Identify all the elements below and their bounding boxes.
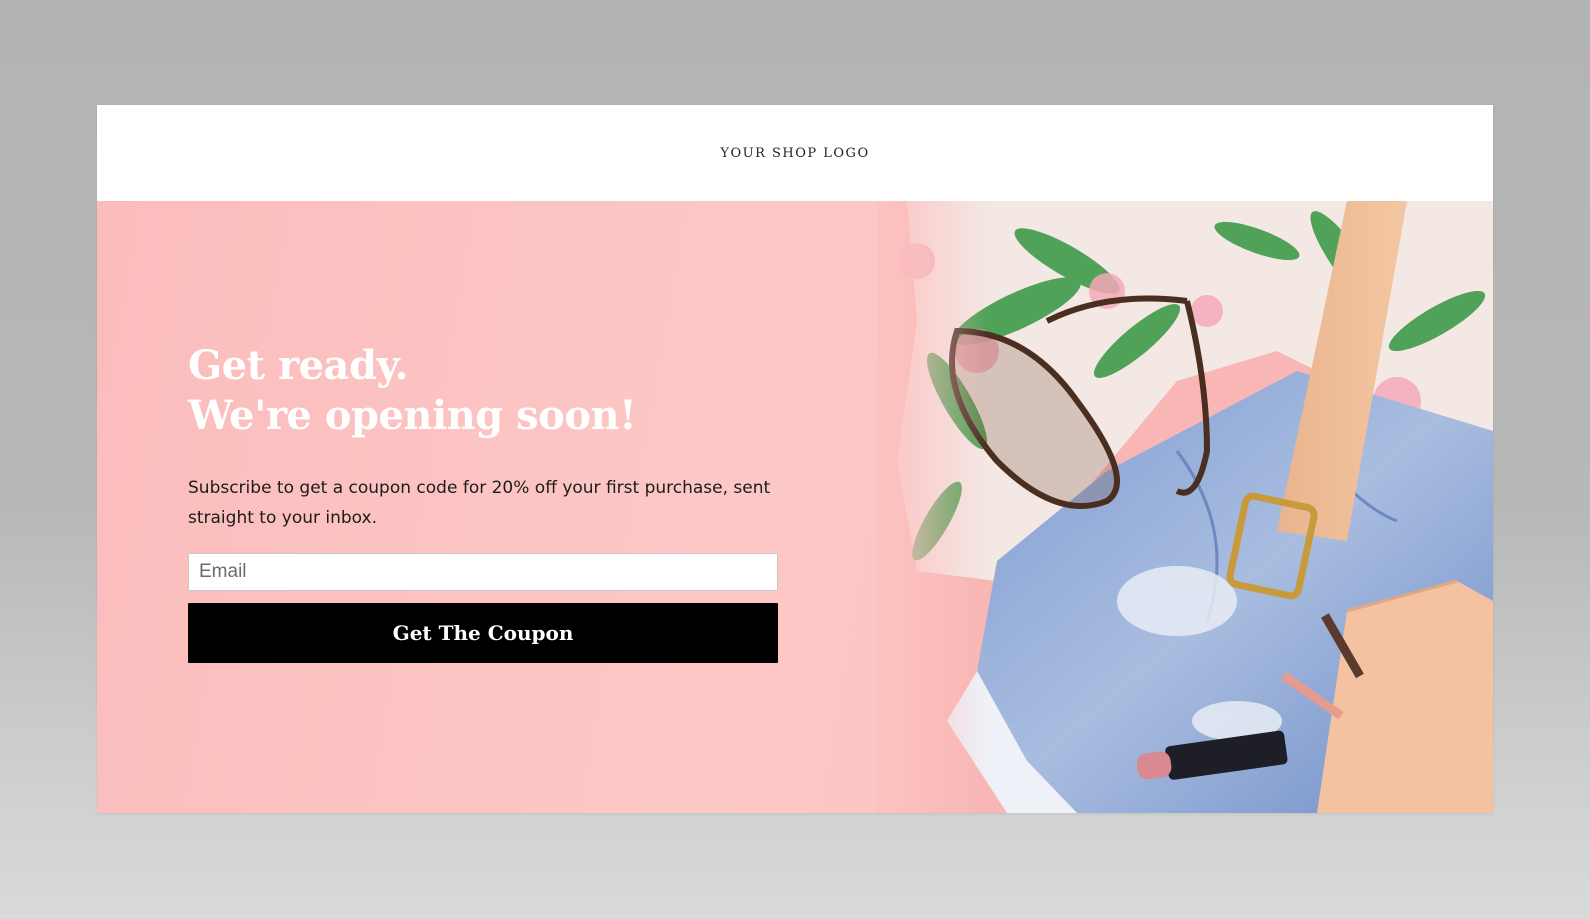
headline-line-1: Get ready. — [188, 342, 409, 389]
hero-product-photo — [877, 201, 1493, 813]
hero-description: Subscribe to get a coupon code for 20% o… — [188, 478, 771, 528]
shop-logo[interactable]: YOUR SHOP LOGO — [720, 146, 869, 161]
site-header: YOUR SHOP LOGO — [97, 105, 1493, 201]
hero-section: Get ready. We're opening soon! Subscribe… — [97, 201, 1493, 813]
landing-page: YOUR SHOP LOGO Get ready. We're opening … — [97, 105, 1493, 813]
headline-line-2: We're opening soon! — [188, 392, 637, 439]
get-coupon-button[interactable]: Get The Coupon — [188, 603, 778, 663]
hero-headline: Get ready. We're opening soon! — [188, 341, 748, 441]
email-field[interactable] — [188, 553, 778, 591]
